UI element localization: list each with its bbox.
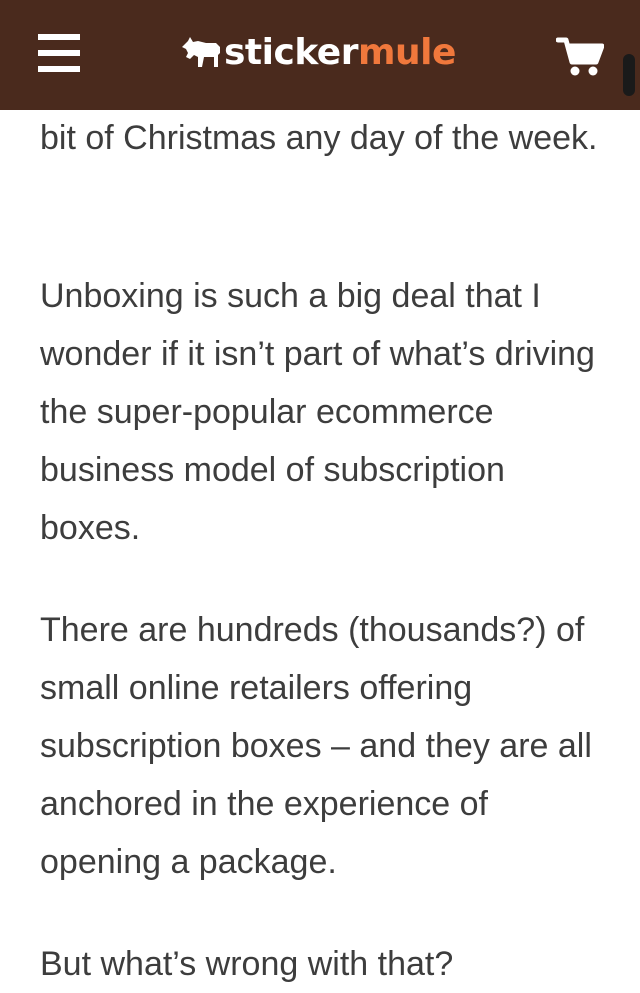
logo-text-mule: mule	[357, 32, 456, 73]
article-paragraph: There are hundreds (thousands?) of small…	[40, 611, 592, 881]
site-header: stickermule	[0, 0, 640, 110]
article-paragraph: Unboxing is such a big deal that I wonde…	[40, 277, 595, 547]
scrollbar-thumb[interactable]	[623, 54, 635, 96]
article-paragraph: bit of Christmas any day of the week.	[40, 119, 598, 157]
article-paragraph: But what’s wrong with that?	[40, 945, 454, 983]
stickermule-logo[interactable]: stickermule	[180, 28, 456, 78]
logo-text-sticker: sticker	[224, 32, 358, 73]
mule-logo-icon	[182, 37, 220, 67]
shopping-cart-icon[interactable]	[555, 36, 605, 78]
logo-wordmark: stickermule	[224, 35, 456, 71]
hamburger-menu-icon[interactable]	[38, 32, 80, 74]
cart-icon-svg	[555, 37, 605, 76]
